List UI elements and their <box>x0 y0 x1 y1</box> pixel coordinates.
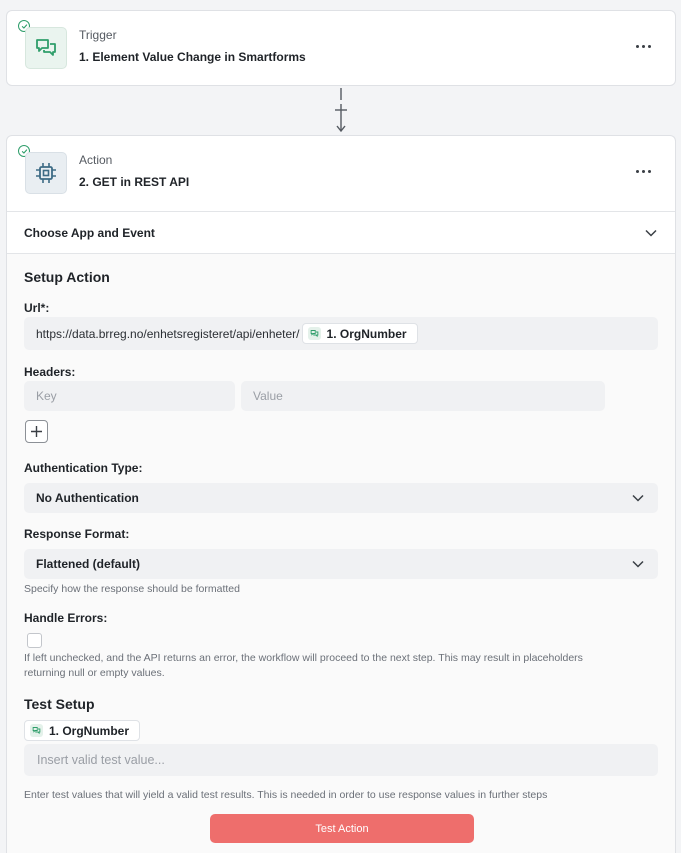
more-options-icon[interactable] <box>636 170 651 173</box>
test-action-button[interactable]: Test Action <box>210 814 474 843</box>
url-prefix-text: https://data.brreg.no/enhetsregisteret/a… <box>36 326 300 341</box>
auth-type-label: Authentication Type: <box>24 461 143 475</box>
url-placeholder-token[interactable]: 1. OrgNumber <box>301 323 418 344</box>
chip-icon <box>25 152 67 194</box>
setup-action-panel: Setup Action Url*: https://data.brreg.no… <box>7 254 675 853</box>
response-format-value: Flattened (default) <box>36 557 140 571</box>
header-value-input[interactable]: Value <box>241 381 605 411</box>
step-title: 2. GET in REST API <box>79 175 190 189</box>
chevron-down-icon <box>632 560 644 568</box>
test-value-input[interactable]: Insert valid test value... <box>24 744 658 776</box>
header-key-placeholder: Key <box>36 389 57 403</box>
token-label: 1. OrgNumber <box>326 326 407 341</box>
chat-bubbles-icon <box>25 27 67 69</box>
handle-errors-helper-line2: returning null or empty values. <box>24 667 165 679</box>
setup-action-heading: Setup Action <box>24 269 110 285</box>
url-input[interactable]: https://data.brreg.no/enhetsregisteret/a… <box>24 317 658 350</box>
plus-icon <box>31 426 42 437</box>
handle-errors-helper-line1: If left unchecked, and the API returns a… <box>24 652 583 664</box>
add-header-button[interactable] <box>25 420 48 443</box>
chevron-down-icon <box>632 494 644 502</box>
response-format-label: Response Format: <box>24 527 130 541</box>
action-step-card: Action 2. GET in REST API Choose App and… <box>6 135 676 853</box>
token-label: 1. OrgNumber <box>49 723 130 738</box>
smartforms-token-icon <box>30 724 43 737</box>
add-step-icon[interactable] <box>333 102 349 118</box>
response-format-select[interactable]: Flattened (default) <box>24 549 658 579</box>
response-format-helper: Specify how the response should be forma… <box>24 583 240 595</box>
step-kind-label: Action <box>79 153 113 167</box>
header-value-placeholder: Value <box>253 389 283 403</box>
smartforms-token-icon <box>307 327 321 340</box>
step-title: 1. Element Value Change in Smartforms <box>79 50 306 64</box>
choose-app-event-toggle[interactable]: Choose App and Event <box>7 211 675 254</box>
handle-errors-label: Handle Errors: <box>24 611 108 625</box>
auth-type-select[interactable]: No Authentication <box>24 483 658 513</box>
trigger-step-card[interactable]: Trigger 1. Element Value Change in Smart… <box>6 10 676 86</box>
choose-app-event-label: Choose App and Event <box>24 225 155 240</box>
step-kind-label: Trigger <box>79 28 117 42</box>
more-options-icon[interactable] <box>636 45 651 48</box>
test-value-placeholder: Insert valid test value... <box>37 753 165 767</box>
auth-type-value: No Authentication <box>36 491 139 505</box>
test-setup-helper: Enter test values that will yield a vali… <box>24 789 548 801</box>
test-setup-heading: Test Setup <box>24 696 95 712</box>
url-label: Url*: <box>24 301 50 315</box>
handle-errors-checkbox[interactable] <box>27 633 42 648</box>
chevron-down-icon <box>645 229 657 237</box>
test-orgnumber-token: 1. OrgNumber <box>24 720 141 741</box>
header-key-input[interactable]: Key <box>24 381 235 411</box>
headers-label: Headers: <box>24 365 76 379</box>
